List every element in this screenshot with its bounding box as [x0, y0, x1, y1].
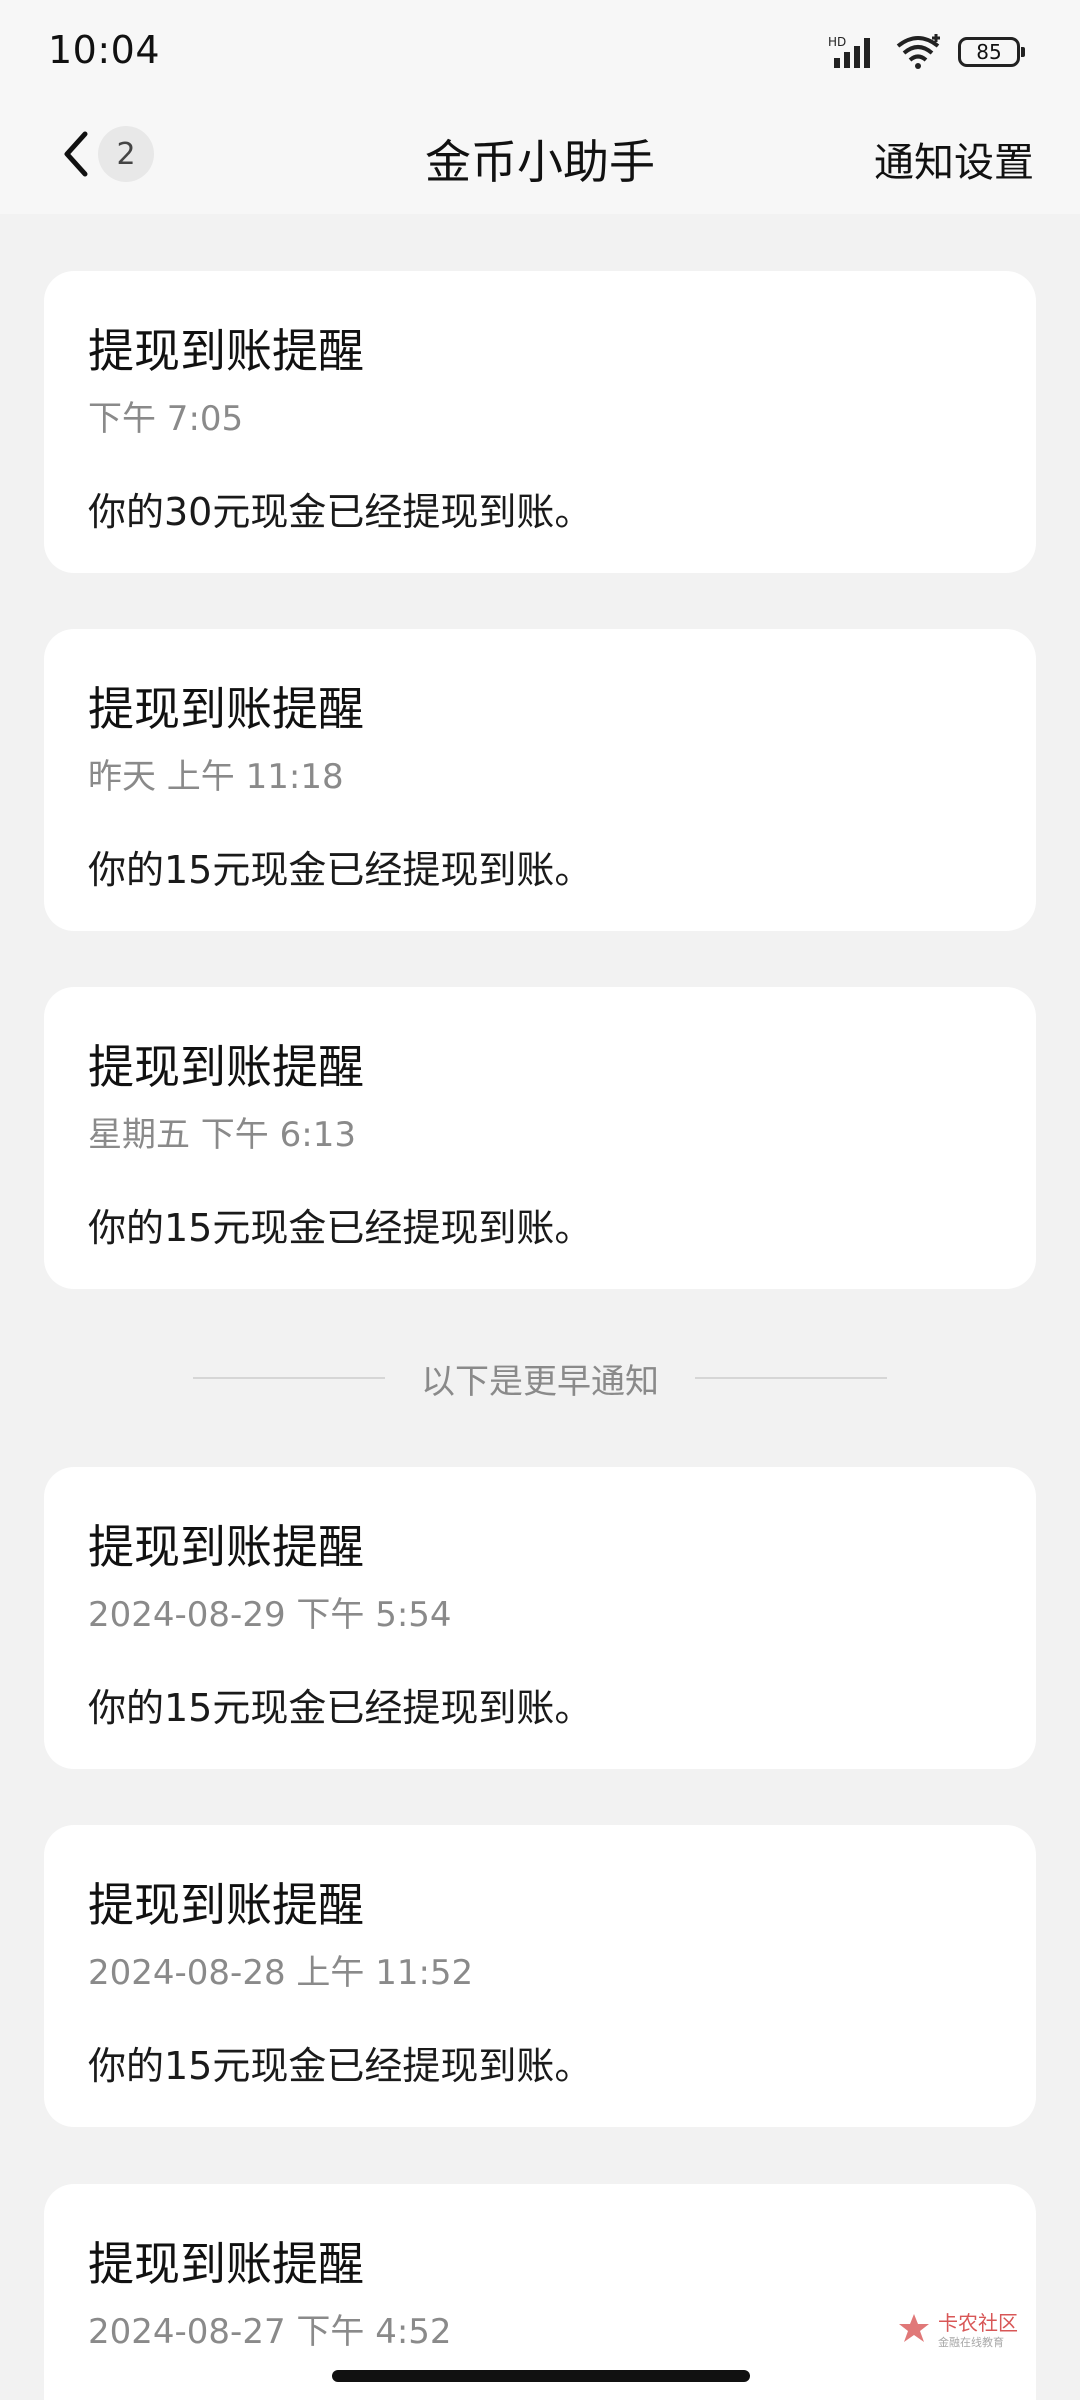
hd-label: HD [828, 35, 846, 49]
earlier-notifications-divider: 以下是更早通知 [0, 1348, 1080, 1408]
notification-title: 提现到账提醒 [88, 1878, 364, 1932]
signal-icon: HD [828, 35, 870, 68]
divider-line [695, 1377, 887, 1379]
notification-time: 昨天 上午 11:18 [88, 757, 344, 797]
notification-body: 你的15元现金已经提现到账。 [88, 2044, 593, 2088]
notification-time: 下午 7:05 [88, 399, 244, 439]
notification-time: 2024-08-27 下午 4:52 [88, 2312, 452, 2352]
notification-time: 2024-08-28 上午 11:52 [88, 1953, 474, 1993]
watermark-icon [899, 2314, 929, 2342]
battery-indicator: 85 [958, 37, 1025, 67]
notification-card[interactable]: 提现到账提醒 下午 7:05 你的30元现金已经提现到账。 [44, 271, 1036, 573]
wifi-icon [896, 34, 940, 69]
status-icons: HD 85 [828, 30, 1025, 74]
notification-body: 你的15元现金已经提现到账。 [88, 1686, 593, 1730]
unread-count-badge: 2 [98, 126, 154, 182]
chevron-left-icon [64, 131, 88, 177]
notification-card[interactable]: 提现到账提醒 星期五 下午 6:13 你的15元现金已经提现到账。 [44, 987, 1036, 1289]
status-time: 10:04 [48, 28, 161, 72]
notification-card[interactable]: 提现到账提醒 昨天 上午 11:18 你的15元现金已经提现到账。 [44, 629, 1036, 931]
notification-card[interactable]: 提现到账提醒 2024-08-27 下午 4:52 [44, 2184, 1036, 2400]
watermark-logo: 卡农社区 金融在线教育 [896, 2306, 1026, 2354]
header: 2 金币小助手 通知设置 [0, 100, 1080, 214]
notification-card[interactable]: 提现到账提醒 2024-08-28 上午 11:52 你的15元现金已经提现到账… [44, 1825, 1036, 2127]
notification-title: 提现到账提醒 [88, 682, 364, 736]
notification-card[interactable]: 提现到账提醒 2024-08-29 下午 5:54 你的15元现金已经提现到账。 [44, 1467, 1036, 1769]
notification-time: 星期五 下午 6:13 [88, 1115, 356, 1155]
notification-body: 你的15元现金已经提现到账。 [88, 1206, 593, 1250]
notification-body: 你的15元现金已经提现到账。 [88, 848, 593, 892]
back-button[interactable] [46, 124, 106, 184]
watermark-sub-text: 金融在线教育 [938, 2335, 1004, 2349]
status-bar: 10:04 HD 85 [0, 0, 1080, 100]
divider-label: 以下是更早通知 [421, 1361, 659, 1402]
watermark-main-text: 卡农社区 [938, 2310, 1018, 2335]
notification-title: 提现到账提醒 [88, 1040, 364, 1094]
page-title: 金币小助手 [425, 135, 655, 189]
notification-title: 提现到账提醒 [88, 2237, 364, 2291]
home-indicator[interactable] [332, 2370, 750, 2382]
divider-line [193, 1377, 385, 1379]
notification-title: 提现到账提醒 [88, 1520, 364, 1574]
notification-settings-button[interactable]: 通知设置 [874, 130, 1034, 188]
notification-title: 提现到账提醒 [88, 324, 364, 378]
notification-body: 你的30元现金已经提现到账。 [88, 490, 593, 534]
notification-time: 2024-08-29 下午 5:54 [88, 1595, 452, 1635]
